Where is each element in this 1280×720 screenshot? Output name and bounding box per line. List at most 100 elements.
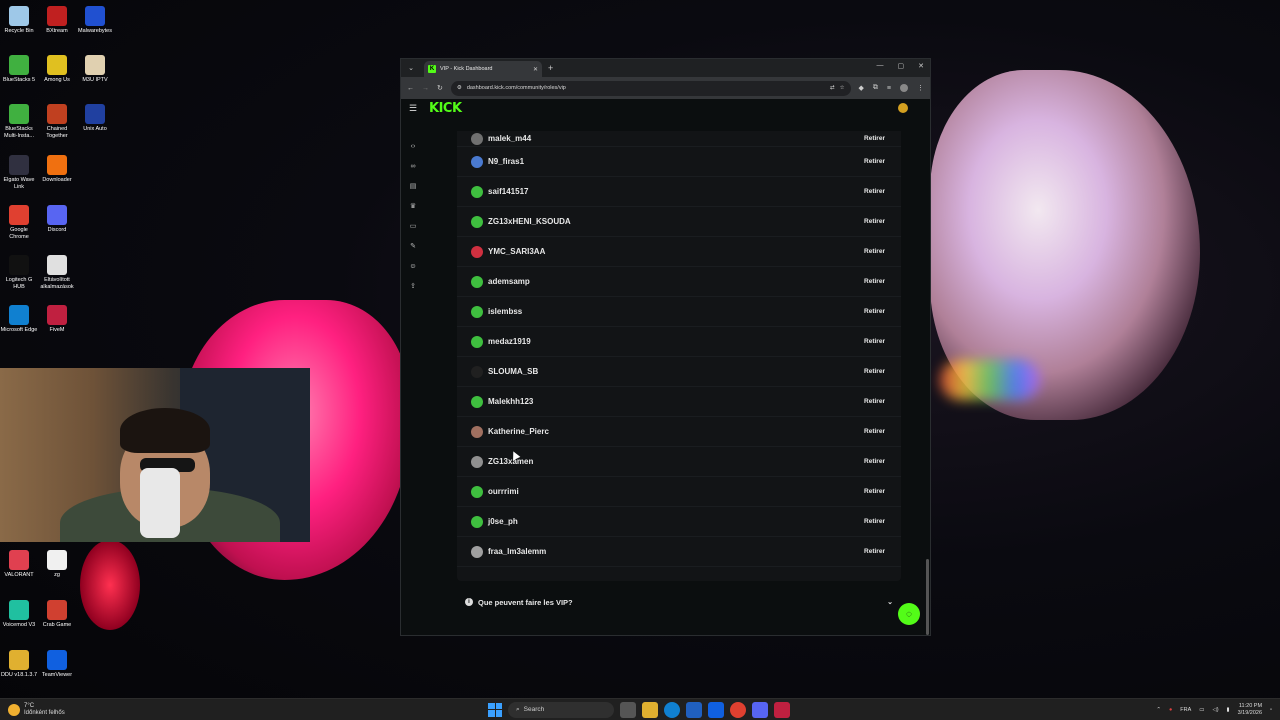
language-indicator[interactable]: FRA bbox=[1180, 707, 1191, 713]
desktop-icon[interactable]: Logitech G HUB bbox=[0, 255, 38, 290]
remove-vip-button[interactable]: Retirer bbox=[864, 338, 889, 345]
discord-taskbar-icon[interactable] bbox=[752, 701, 768, 718]
desktop-icon[interactable]: DDU v18.1.3.7 bbox=[0, 650, 38, 679]
monetization-icon[interactable]: ▭ bbox=[408, 221, 418, 231]
kick-logo[interactable]: KICK bbox=[429, 101, 462, 116]
profile-avatar-icon[interactable] bbox=[900, 84, 908, 92]
page-scrollbar[interactable] bbox=[926, 559, 929, 635]
hamburger-menu-icon[interactable]: ☰ bbox=[409, 103, 423, 114]
remove-vip-button[interactable]: Retirer bbox=[864, 398, 889, 405]
desktop-icon[interactable]: TeamViewer bbox=[38, 650, 76, 679]
vip-username[interactable]: SLOUMA_SB bbox=[488, 367, 864, 376]
windows-start-icon[interactable] bbox=[488, 702, 502, 717]
vip-username[interactable]: ourrrimi bbox=[488, 487, 864, 496]
remove-vip-button[interactable]: Retirer bbox=[864, 428, 889, 435]
tab-search-icon[interactable]: ⌄ bbox=[404, 61, 418, 75]
vip-username[interactable]: j0se_ph bbox=[488, 517, 864, 526]
desktop-icon[interactable]: Crab Game bbox=[38, 600, 76, 629]
desktop-icon[interactable]: Downloader bbox=[38, 155, 76, 184]
vip-username[interactable]: Katherine_Pierc bbox=[488, 427, 864, 436]
desktop-icon[interactable]: zg bbox=[38, 550, 76, 579]
desktop-icon[interactable]: Elgato Wave Link bbox=[0, 155, 38, 190]
remove-vip-button[interactable]: Retirer bbox=[864, 218, 889, 225]
bookmark-star-icon[interactable]: ☆ bbox=[840, 85, 845, 91]
file-explorer-icon[interactable] bbox=[642, 701, 658, 718]
desktop-icon[interactable]: BXtream bbox=[38, 6, 76, 35]
desktop-icon[interactable]: Eltávolított alkalmazások bbox=[38, 255, 76, 290]
desktop-icon[interactable]: Microsoft Edge bbox=[0, 305, 38, 334]
forward-icon[interactable]: → bbox=[422, 85, 429, 92]
remove-vip-button[interactable]: Retirer bbox=[864, 368, 889, 375]
desktop-icon[interactable]: Malwarebytes bbox=[76, 6, 114, 35]
desktop-icon[interactable]: Voicemod V3 bbox=[0, 600, 38, 629]
tab-close-icon[interactable]: ✕ bbox=[533, 66, 538, 73]
stream-icon[interactable]: ‹› bbox=[408, 141, 418, 151]
maximize-icon[interactable]: ▢ bbox=[898, 62, 905, 70]
remove-vip-button[interactable]: Retirer bbox=[864, 158, 889, 165]
vip-username[interactable]: medaz1919 bbox=[488, 337, 864, 346]
network-icon[interactable]: ▭ bbox=[1199, 707, 1204, 713]
minimize-icon[interactable]: — bbox=[877, 62, 884, 70]
edge-icon[interactable] bbox=[664, 701, 680, 718]
store-icon[interactable] bbox=[686, 701, 702, 718]
desktop-icon[interactable]: Discord bbox=[38, 205, 76, 234]
faq-accordion[interactable]: i Que peuvent faire les VIP? ⌄ bbox=[457, 591, 901, 613]
remove-vip-button[interactable]: Retirer bbox=[864, 248, 889, 255]
weather-widget[interactable]: 7°C Időnként felhős bbox=[8, 703, 65, 717]
chevron-down-icon[interactable]: ⌄ bbox=[887, 598, 893, 606]
user-avatar[interactable] bbox=[898, 103, 908, 113]
desktop-icon[interactable]: Google Chrome bbox=[0, 205, 38, 240]
vip-username[interactable]: malek_m44 bbox=[488, 134, 864, 143]
remove-vip-button[interactable]: Retirer bbox=[864, 548, 889, 555]
desktop-icon[interactable]: BlueStacks Multi-Insta... bbox=[0, 104, 38, 139]
tray-chevron-icon[interactable]: ⌃ bbox=[1156, 707, 1161, 713]
remove-vip-button[interactable]: Retirer bbox=[864, 458, 889, 465]
remove-vip-button[interactable]: Retirer bbox=[864, 188, 889, 195]
desktop-icon[interactable]: VALORANT bbox=[0, 550, 38, 579]
tools-wrench-icon[interactable]: ✎ bbox=[408, 241, 418, 251]
help-chat-button[interactable]: ◌ bbox=[898, 603, 920, 625]
tab-groups-icon[interactable]: ≡ bbox=[887, 85, 891, 92]
remove-vip-button[interactable]: Retirer bbox=[864, 518, 889, 525]
desktop-icon[interactable]: FiveM bbox=[38, 305, 76, 334]
mic-icon[interactable]: ● bbox=[1169, 707, 1172, 713]
trophy-icon[interactable]: ♛ bbox=[408, 201, 418, 211]
vip-username[interactable]: ZG13xamen bbox=[488, 457, 864, 466]
desktop-icon[interactable]: Among Us bbox=[38, 55, 76, 84]
extension-icon[interactable]: ◆ bbox=[859, 84, 864, 92]
remove-vip-button[interactable]: Retirer bbox=[864, 488, 889, 495]
close-window-icon[interactable]: ✕ bbox=[918, 62, 924, 70]
address-bar[interactable]: ⚙ dashboard.kick.com/community/roles/vip… bbox=[450, 80, 851, 96]
chrome-taskbar-icon[interactable] bbox=[730, 701, 746, 718]
desktop-icon[interactable]: BlueStacks 5 bbox=[0, 55, 38, 84]
upload-icon[interactable]: ⇪ bbox=[408, 281, 418, 291]
teamviewer-taskbar-icon[interactable] bbox=[708, 701, 724, 718]
desktop-icon[interactable]: Recycle Bin bbox=[0, 6, 38, 35]
vip-username[interactable]: ademsamp bbox=[488, 277, 864, 286]
vip-username[interactable]: islembss bbox=[488, 307, 864, 316]
remove-vip-button[interactable]: Retirer bbox=[864, 135, 889, 142]
volume-icon[interactable]: ◁) bbox=[1212, 707, 1218, 713]
desktop-icon[interactable]: M3U IPTV bbox=[76, 55, 114, 84]
vip-username[interactable]: fraa_lm3alemm bbox=[488, 547, 864, 556]
task-view-icon[interactable] bbox=[620, 701, 636, 718]
vip-username[interactable]: N9_firas1 bbox=[488, 157, 864, 166]
community-users-icon[interactable]: ☺ bbox=[408, 261, 418, 271]
app-taskbar-icon[interactable] bbox=[774, 701, 790, 718]
new-tab-icon[interactable]: + bbox=[548, 63, 553, 73]
remove-vip-button[interactable]: Retirer bbox=[864, 278, 889, 285]
extensions-puzzle-icon[interactable]: ⧉ bbox=[873, 84, 878, 92]
browser-tab[interactable]: K VIP - Kick Dashboard ✕ bbox=[424, 61, 542, 77]
notification-icon[interactable]: ▫ bbox=[1270, 707, 1272, 713]
remove-vip-button[interactable]: Retirer bbox=[864, 308, 889, 315]
site-info-icon[interactable]: ⚙ bbox=[457, 85, 462, 91]
vip-username[interactable]: YMC_SARI3AA bbox=[488, 247, 864, 256]
link-icon[interactable]: ∞ bbox=[408, 161, 418, 171]
taskbar-clock[interactable]: 11:20 PM 3/19/2026 bbox=[1238, 703, 1262, 717]
battery-icon[interactable]: ▮ bbox=[1227, 707, 1230, 713]
desktop-icon[interactable]: Chained Together bbox=[38, 104, 76, 139]
taskbar-search[interactable]: ⌕ Search bbox=[508, 701, 614, 718]
menu-kebab-icon[interactable]: ⋮ bbox=[917, 84, 924, 92]
reload-icon[interactable]: ↻ bbox=[437, 84, 443, 92]
translate-icon[interactable]: ⇄ bbox=[830, 85, 835, 91]
